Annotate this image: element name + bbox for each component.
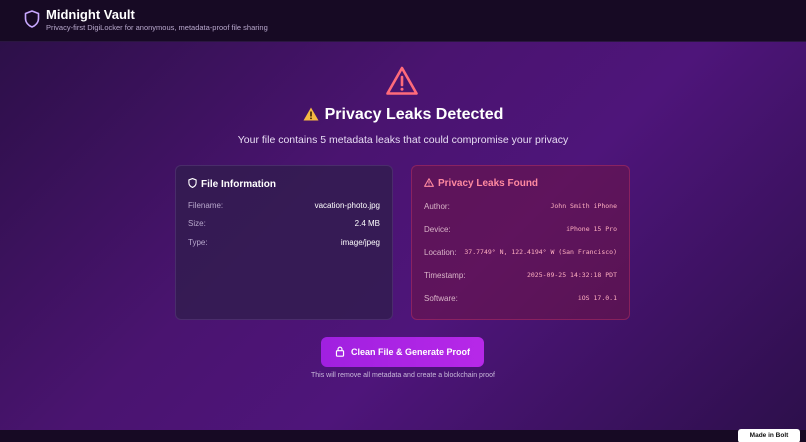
- app-subtitle: Privacy-first DigiLocker for anonymous, …: [46, 23, 268, 32]
- row-key: Device:: [424, 225, 451, 234]
- made-in-bolt-badge[interactable]: Made in Bolt: [738, 429, 800, 442]
- shield-icon: [24, 10, 40, 28]
- row-key: Author:: [424, 202, 450, 211]
- row-key: Software:: [424, 294, 458, 303]
- bolt-label: Made in Bolt: [749, 432, 789, 439]
- row-key: Timestamp:: [424, 271, 466, 280]
- row-key: Location:: [424, 248, 457, 257]
- clean-file-button-label: Clean File & Generate Proof: [350, 347, 471, 357]
- row-key: Filename:: [188, 201, 224, 210]
- row-key: Type:: [188, 238, 208, 247]
- privacy-leaks-card: Privacy Leaks Found Author: John Smith i…: [411, 165, 630, 320]
- row-value: 2025-09-25 14:32:18 PDT: [526, 271, 617, 279]
- lock-icon: [335, 346, 345, 357]
- app-title: Midnight Vault: [46, 7, 135, 22]
- alert-message: Your file contains 5 metadata leaks that…: [237, 134, 569, 146]
- file-info-title: File Information: [188, 178, 276, 190]
- row-value: iOS 17.0.1: [577, 294, 617, 302]
- row-key: Size:: [188, 219, 206, 228]
- warning-triangle-icon: [303, 107, 319, 121]
- alert-title: Privacy Leaks Detected: [324, 106, 504, 123]
- footer-bar: [0, 430, 806, 442]
- row-value: 37.7749° N, 122.4194° W (San Francisco): [464, 248, 617, 256]
- file-info-card: File Information Filename: vacation-phot…: [175, 165, 393, 320]
- warning-triangle-icon: [386, 66, 418, 95]
- privacy-leaks-title: Privacy Leaks Found: [424, 178, 538, 189]
- app-header: Midnight Vault Privacy-first DigiLocker …: [0, 0, 806, 42]
- row-value: iPhone 15 Pro: [566, 225, 617, 233]
- action-note: This will remove all metadata and create…: [310, 372, 496, 379]
- warning-triangle-icon: [424, 178, 434, 187]
- shield-icon: [188, 178, 197, 188]
- row-value: vacation-photo.jpg: [314, 201, 380, 210]
- row-value: 2.4 MB: [354, 219, 380, 228]
- row-value: John Smith iPhone: [550, 202, 617, 210]
- page-title: Privacy Leaks Detected: [0, 106, 806, 124]
- clean-file-button[interactable]: Clean File & Generate Proof: [321, 337, 484, 367]
- row-value: image/jpeg: [340, 238, 380, 247]
